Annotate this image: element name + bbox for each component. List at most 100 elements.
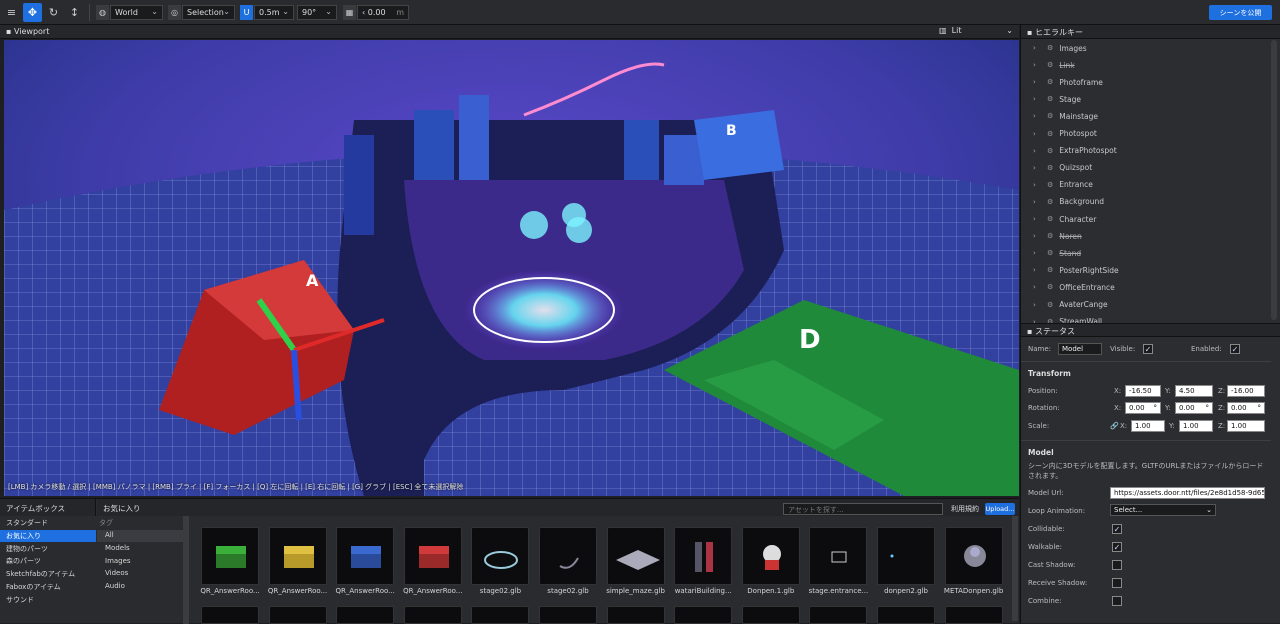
hierarchy-item[interactable]: › ⚙ PosterRightSide xyxy=(1033,263,1119,277)
category-item[interactable]: Sketchfabのアイテム xyxy=(0,568,96,580)
chevron-right-icon[interactable]: › xyxy=(1033,266,1041,274)
visible-checkbox[interactable]: ✓ xyxy=(1143,344,1153,354)
tag-item[interactable]: Images xyxy=(97,556,183,568)
position-z-input[interactable]: -16.00 xyxy=(1227,385,1265,397)
snap-move-select[interactable]: 0.5m ⌄ xyxy=(254,5,294,20)
asset-scrollbar[interactable] xyxy=(1012,516,1018,621)
hierarchy-item[interactable]: › ⚙ Entrance xyxy=(1033,178,1093,192)
collidable-checkbox[interactable]: ✓ xyxy=(1112,524,1122,534)
tag-item[interactable]: Audio xyxy=(97,581,183,593)
hierarchy-item[interactable]: › ⚙ Noren xyxy=(1033,229,1082,243)
asset-search-input[interactable]: アセットを探す... xyxy=(783,503,943,515)
asset-thumbnail[interactable] xyxy=(336,606,395,624)
publish-button[interactable]: シーンを公開 xyxy=(1209,5,1272,20)
chevron-right-icon[interactable]: › xyxy=(1033,61,1041,69)
scale-z-input[interactable]: 1.00 xyxy=(1227,420,1265,432)
chevron-right-icon[interactable]: › xyxy=(1033,112,1041,120)
snap-mode-select[interactable]: Selection ⌄ xyxy=(182,5,235,20)
rotation-x-input[interactable]: 0.00 ° xyxy=(1125,402,1161,414)
scale-y-input[interactable]: 1.00 xyxy=(1179,420,1213,432)
chevron-right-icon[interactable]: › xyxy=(1033,249,1041,257)
asset-thumbnail[interactable] xyxy=(944,606,1003,624)
hierarchy-item[interactable]: › ⚙ Stage xyxy=(1033,92,1081,106)
asset-thumbnail[interactable] xyxy=(809,527,868,585)
asset-thumbnail[interactable] xyxy=(741,527,800,585)
chevron-right-icon[interactable]: › xyxy=(1033,130,1041,138)
magnet-icon[interactable]: U xyxy=(240,5,253,20)
loop-animation-select[interactable]: Select... ⌄ xyxy=(1110,504,1216,516)
hierarchy-item[interactable]: › ⚙ Character xyxy=(1033,212,1096,226)
hierarchy-item[interactable]: › ⚙ OfficeEntrance xyxy=(1033,280,1115,294)
move-tool-icon[interactable]: ✥ xyxy=(23,3,42,22)
chevron-right-icon[interactable]: › xyxy=(1033,44,1041,52)
asset-thumbnail[interactable] xyxy=(877,606,935,624)
tag-item[interactable]: All xyxy=(97,530,183,542)
asset-thumbnail[interactable] xyxy=(809,606,868,624)
asset-thumbnail[interactable] xyxy=(268,606,327,624)
chevron-right-icon[interactable]: › xyxy=(1033,283,1041,291)
hierarchy-scrollbar[interactable] xyxy=(1271,40,1277,320)
asset-thumbnail[interactable] xyxy=(539,527,597,585)
hierarchy-item[interactable]: › ⚙ AvaterCange xyxy=(1033,298,1108,312)
scene-viewport[interactable]: D B A [LMB] カメラ移動 / 選択 | [MMB] パノラマ | [R… xyxy=(4,40,1019,496)
chevron-right-icon[interactable]: › xyxy=(1033,181,1041,189)
chevron-right-icon[interactable]: › xyxy=(1033,198,1041,206)
space-select[interactable]: World ⌄ xyxy=(110,5,163,20)
position-y-input[interactable]: 4.50 xyxy=(1175,385,1213,397)
asset-thumbnail[interactable] xyxy=(539,606,597,624)
upload-button[interactable]: Upload... xyxy=(985,503,1015,515)
hierarchy-item[interactable]: › ⚙ Stand xyxy=(1033,246,1081,260)
asset-thumbnail[interactable] xyxy=(944,527,1003,585)
menu-icon[interactable]: ≡ xyxy=(2,3,21,22)
render-mode-select[interactable]: ▥ Lit ⌄ xyxy=(939,26,1015,38)
enabled-checkbox[interactable]: ✓ xyxy=(1230,344,1240,354)
chevron-right-icon[interactable]: › xyxy=(1033,78,1041,86)
asset-thumbnail[interactable] xyxy=(674,527,733,585)
chevron-right-icon[interactable]: › xyxy=(1033,232,1041,240)
asset-thumbnail[interactable] xyxy=(877,527,935,585)
category-item[interactable]: 建物のパーツ xyxy=(0,543,96,555)
chevron-right-icon[interactable]: › xyxy=(1033,164,1041,172)
cast-shadow-checkbox[interactable] xyxy=(1112,560,1122,570)
hierarchy-item[interactable]: › ⚙ Quizspot xyxy=(1033,161,1092,175)
chevron-right-icon[interactable]: › xyxy=(1033,95,1041,103)
walkable-checkbox[interactable]: ✓ xyxy=(1112,542,1122,552)
hierarchy-item[interactable]: › ⚙ ExtraPhotospot xyxy=(1033,144,1117,158)
asset-thumbnail[interactable] xyxy=(674,606,733,624)
category-item[interactable]: スタンダード xyxy=(0,517,96,529)
category-item[interactable]: Faboxのアイテム xyxy=(0,581,96,593)
scale-tool-icon[interactable]: ↕ xyxy=(65,3,84,22)
asset-thumbnail[interactable] xyxy=(403,527,462,585)
hierarchy-item[interactable]: › ⚙ Photospot xyxy=(1033,127,1097,141)
rotation-z-input[interactable]: 0.00 ° xyxy=(1227,402,1265,414)
category-item[interactable]: 森のパーツ xyxy=(0,555,96,567)
tag-item[interactable]: Models xyxy=(97,543,183,555)
terms-button[interactable]: 利用規約 xyxy=(948,503,982,515)
rotate-tool-icon[interactable]: ↻ xyxy=(44,3,63,22)
asset-thumbnail[interactable] xyxy=(471,527,530,585)
asset-thumbnail[interactable] xyxy=(403,606,462,624)
asset-thumbnail[interactable] xyxy=(268,527,327,585)
category-item[interactable]: サウンド xyxy=(0,594,96,606)
chevron-right-icon[interactable]: › xyxy=(1033,215,1041,223)
asset-thumbnail[interactable] xyxy=(606,606,665,624)
hierarchy-item[interactable]: › ⚙ Images xyxy=(1033,41,1087,55)
scale-x-input[interactable]: 1.00 xyxy=(1131,420,1165,432)
receive-shadow-checkbox[interactable] xyxy=(1112,578,1122,588)
rotation-y-input[interactable]: 0.00 ° xyxy=(1175,402,1213,414)
link-icon[interactable]: 🔗 xyxy=(1110,422,1119,430)
asset-thumbnail[interactable] xyxy=(471,606,530,624)
snap-rotate-select[interactable]: 90° ⌄ xyxy=(297,5,337,20)
asset-thumbnail[interactable] xyxy=(201,606,259,624)
tag-scrollbar[interactable] xyxy=(183,516,189,624)
asset-thumbnail[interactable] xyxy=(741,606,800,624)
category-item[interactable]: お気に入り xyxy=(0,529,96,542)
grid-height-input[interactable]: ‹ 0.00 m xyxy=(357,5,409,20)
asset-thumbnail[interactable] xyxy=(336,527,395,585)
combine-checkbox[interactable] xyxy=(1112,596,1122,606)
asset-thumbnail[interactable] xyxy=(201,527,259,585)
hierarchy-item[interactable]: › ⚙ Background xyxy=(1033,195,1104,209)
hierarchy-item[interactable]: › ⚙ Link xyxy=(1033,58,1075,72)
tag-item[interactable]: Videos xyxy=(97,568,183,580)
chevron-right-icon[interactable]: › xyxy=(1033,147,1041,155)
